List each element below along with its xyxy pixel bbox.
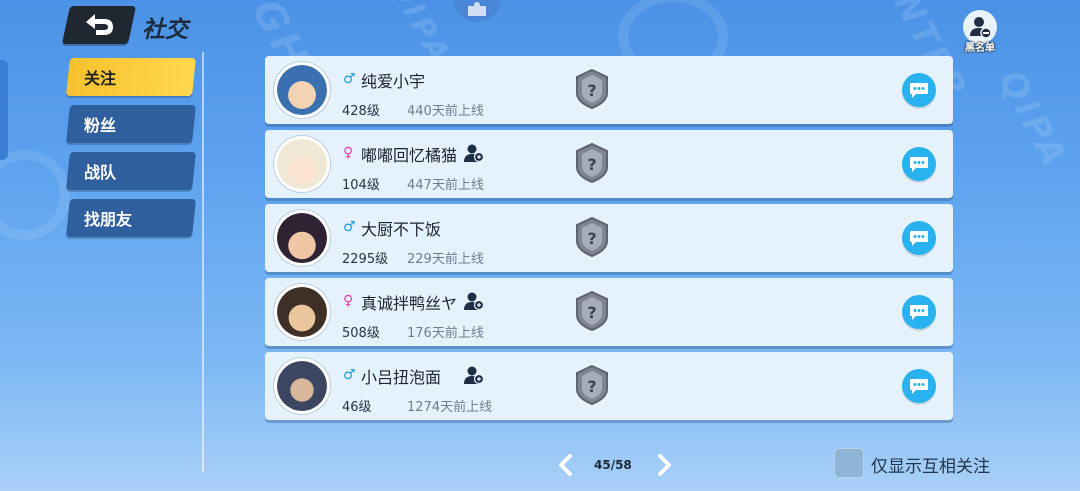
nav-tab-fans[interactable]: 粉丝 [66,105,196,143]
friend-row[interactable]: ♂ 小吕扭泡面 46级 1274天前上线 ? [265,352,953,420]
avatar[interactable] [274,210,330,266]
team-member-icon [464,292,485,311]
blacklist-label: 黑名单 [965,43,995,54]
avatar[interactable] [274,284,330,340]
chat-button[interactable] [902,221,936,255]
male-gender-icon: ♂ [343,219,356,235]
nav-tab-label: 粉丝 [84,116,117,135]
background-watermark: QIPA [990,63,1076,177]
back-arrow-icon [86,14,113,35]
chat-button[interactable] [902,73,936,107]
friend-level: 2295级 [342,252,389,267]
rank-unknown-icon: ? [576,217,608,257]
avatar[interactable] [274,136,330,192]
friend-name: 嘟嘟回忆橘猫 [361,146,458,165]
edge-tab[interactable] [0,60,8,160]
svg-text:?: ? [587,81,596,100]
friend-level: 508级 [342,326,380,341]
nav-tab-label: 关注 [84,69,117,88]
svg-text:?: ? [587,377,596,396]
avatar-image [277,361,327,411]
friend-level: 104级 [342,178,380,193]
nav-tab-find-friends[interactable]: 找朋友 [66,199,196,237]
page-indicator: 45/58 [594,458,632,472]
rank-unknown-icon: ? [576,69,608,109]
pagination: 45/58 [556,454,676,478]
divider [202,52,204,472]
chat-bubble-icon [910,379,928,394]
friend-row[interactable]: ♂ 纯爱小宇 428级 440天前上线 ? [265,56,953,124]
avatar-image [277,139,327,189]
chat-button[interactable] [902,147,936,181]
chat-bubble-icon [910,305,928,320]
last-online: 176天前上线 [407,326,484,341]
team-member-icon [464,144,485,163]
block-user-icon [970,17,992,39]
next-page-chevron-icon[interactable] [654,454,674,476]
female-gender-icon: ♀ [343,293,354,309]
chat-button[interactable] [902,369,936,403]
nav-tab-following[interactable]: 关注 [66,58,196,96]
nav-tab-label: 战队 [84,163,117,182]
friend-name: 真诚拌鸭丝ヤ [361,294,458,313]
background-ring [0,150,70,240]
blacklist-button[interactable]: 黑名单 [960,10,1000,54]
avatar[interactable] [274,358,330,414]
prev-page-chevron-icon[interactable] [556,454,576,476]
page-title: 社交 [142,17,188,43]
male-gender-icon: ♂ [343,367,356,383]
top-pull-tab[interactable] [453,0,501,22]
nav-tab-team[interactable]: 战队 [66,152,196,190]
last-online: 229天前上线 [407,252,484,267]
female-gender-icon: ♀ [343,145,354,161]
friend-row[interactable]: ♀ 嘟嘟回忆橘猫 104级 447天前上线 ? [265,130,953,198]
mutual-only-checkbox[interactable] [834,448,864,478]
friend-name: 小吕扭泡面 [361,368,442,387]
last-online: 440天前上线 [407,104,484,119]
svg-text:?: ? [587,155,596,174]
avatar-image [277,287,327,337]
chat-bubble-icon [910,231,928,246]
friend-name: 纯爱小宇 [361,72,426,91]
svg-text:?: ? [587,229,596,248]
avatar-image [277,65,327,115]
puzzle-icon [468,2,486,16]
mutual-only-label: 仅显示互相关注 [871,457,990,477]
male-gender-icon: ♂ [343,71,356,87]
friend-row[interactable]: ♀ 真诚拌鸭丝ヤ 508级 176天前上线 ? [265,278,953,346]
team-member-icon [464,366,485,385]
last-online: 1274天前上线 [407,400,493,415]
last-online: 447天前上线 [407,178,484,193]
friend-row[interactable]: ♂ 大厨不下饭 2295级 229天前上线 ? [265,204,953,272]
rank-unknown-icon: ? [576,143,608,183]
rank-unknown-icon: ? [576,365,608,405]
friend-level: 428级 [342,104,380,119]
back-button[interactable] [61,6,137,44]
chat-bubble-icon [910,157,928,172]
rank-unknown-icon: ? [576,291,608,331]
chat-button[interactable] [902,295,936,329]
nav-tab-label: 找朋友 [84,210,133,229]
avatar-image [277,213,327,263]
svg-text:?: ? [587,303,596,322]
chat-bubble-icon [910,83,928,98]
avatar[interactable] [274,62,330,118]
friend-level: 46级 [342,400,372,415]
friend-name: 大厨不下饭 [361,220,442,239]
